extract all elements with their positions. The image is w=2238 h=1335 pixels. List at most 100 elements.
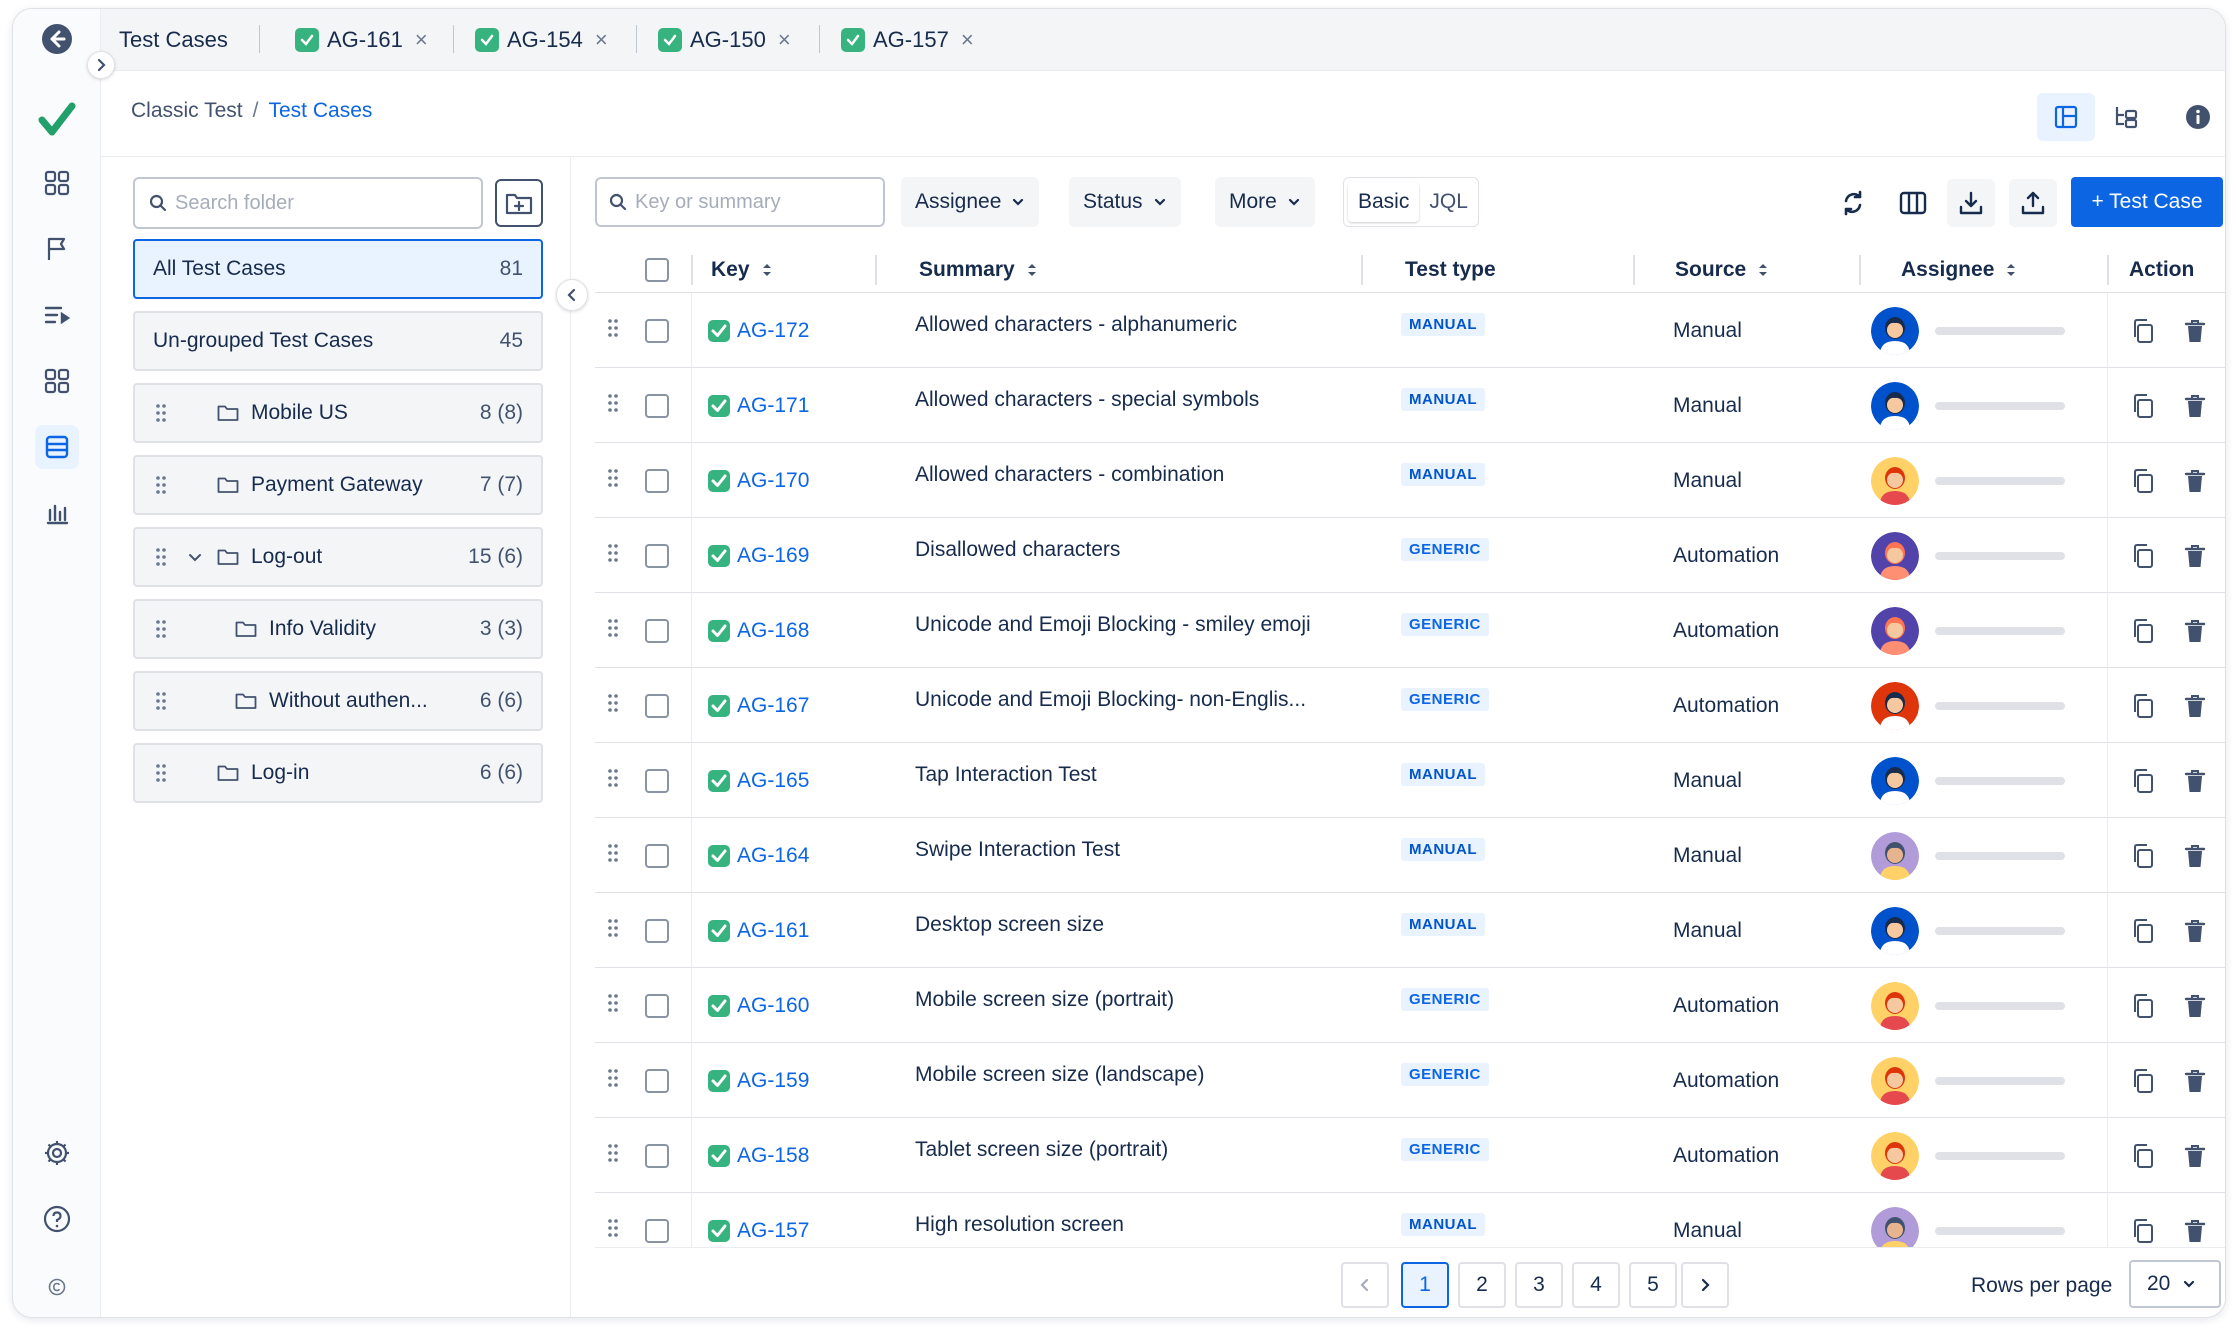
assignee-cell[interactable] [1871, 1118, 2065, 1193]
summary-cell[interactable]: Unicode and Emoji Blocking- non-Englis..… [915, 662, 1306, 737]
summary-cell[interactable]: Tablet screen size (portrait) [915, 1112, 1168, 1187]
assignee-cell[interactable] [1871, 368, 2065, 443]
key-link[interactable]: AG-172 [737, 319, 809, 343]
row-checkbox[interactable] [645, 918, 669, 943]
row-checkbox[interactable] [645, 768, 669, 793]
drag-handle-icon[interactable] [607, 918, 619, 944]
assignee-cell[interactable] [1871, 1193, 2065, 1247]
row-checkbox[interactable] [645, 543, 669, 568]
export-button[interactable] [1947, 179, 1995, 227]
more-filter[interactable]: More [1215, 177, 1315, 227]
summary-cell[interactable]: Allowed characters - alphanumeric [915, 287, 1237, 362]
delete-button[interactable] [2181, 467, 2209, 495]
key-link[interactable]: AG-169 [737, 544, 809, 568]
folder-item[interactable]: Without authen... 6 (6) [133, 671, 543, 731]
summary-cell[interactable]: High resolution screen [915, 1187, 1124, 1247]
table-row[interactable]: AG-169 Disallowed characters GENERIC Automa… [595, 518, 2225, 593]
drag-handle-icon[interactable] [607, 693, 619, 719]
key-link[interactable]: AG-170 [737, 469, 809, 493]
close-icon[interactable]: × [778, 27, 791, 53]
rail-apps[interactable] [35, 359, 79, 403]
drag-handle-icon[interactable] [607, 1143, 619, 1169]
next-page-button[interactable] [1681, 1262, 1729, 1308]
table-row[interactable]: AG-168 Unicode and Emoji Blocking - smile… [595, 593, 2225, 668]
copy-button[interactable] [2129, 917, 2157, 945]
tab-ag-150[interactable]: AG-150 × [640, 9, 809, 71]
rail-test-plans[interactable] [35, 293, 79, 337]
delete-button[interactable] [2181, 767, 2209, 795]
copy-button[interactable] [2129, 1217, 2157, 1245]
mode-basic[interactable]: Basic [1348, 182, 1420, 222]
new-test-case-button[interactable]: + Test Case [2071, 177, 2223, 227]
row-checkbox[interactable] [645, 1143, 669, 1168]
assignee-cell[interactable] [1871, 593, 2065, 668]
drag-handle-icon[interactable] [155, 547, 173, 567]
column-header-assignee[interactable]: Assignee [1901, 247, 2018, 293]
delete-button[interactable] [2181, 692, 2209, 720]
row-checkbox[interactable] [645, 318, 669, 343]
summary-cell[interactable]: Unicode and Emoji Blocking - smiley emoj… [915, 587, 1311, 662]
row-checkbox[interactable] [645, 468, 669, 493]
assignee-cell[interactable] [1871, 818, 2065, 893]
delete-button[interactable] [2181, 1067, 2209, 1095]
key-summary-input[interactable] [635, 190, 875, 214]
drag-handle-icon[interactable] [607, 393, 619, 419]
folder-item[interactable]: Log-out 15 (6) [133, 527, 543, 587]
copy-button[interactable] [2129, 617, 2157, 645]
key-link[interactable]: AG-159 [737, 1069, 809, 1093]
assignee-cell[interactable] [1871, 443, 2065, 518]
row-drag-handle[interactable] [607, 668, 619, 743]
summary-cell[interactable]: Disallowed characters [915, 512, 1120, 587]
delete-button[interactable] [2181, 542, 2209, 570]
delete-button[interactable] [2181, 992, 2209, 1020]
summary-cell[interactable]: Allowed characters - combination [915, 437, 1224, 512]
copy-button[interactable] [2129, 1067, 2157, 1095]
summary-cell[interactable]: Swipe Interaction Test [915, 812, 1120, 887]
assignee-cell[interactable] [1871, 668, 2065, 743]
rail-reports[interactable] [35, 491, 79, 535]
drag-handle-icon[interactable] [607, 468, 619, 494]
page-button[interactable]: 4 [1572, 1262, 1620, 1308]
page-button[interactable]: 5 [1629, 1262, 1677, 1308]
copy-button[interactable] [2129, 992, 2157, 1020]
assignee-cell[interactable] [1871, 293, 2065, 368]
copy-button[interactable] [2129, 767, 2157, 795]
folder-item[interactable]: Payment Gateway 7 (7) [133, 455, 543, 515]
row-checkbox[interactable] [645, 1218, 669, 1243]
row-drag-handle[interactable] [607, 968, 619, 1043]
row-drag-handle[interactable] [607, 293, 619, 368]
row-drag-handle[interactable] [607, 593, 619, 668]
close-icon[interactable]: × [961, 27, 974, 53]
drag-handle-icon[interactable] [155, 475, 173, 495]
page-button[interactable]: 2 [1458, 1262, 1506, 1308]
table-row[interactable]: AG-165 Tap Interaction Test MANUAL Manual [595, 743, 2225, 818]
row-drag-handle[interactable] [607, 818, 619, 893]
delete-button[interactable] [2181, 617, 2209, 645]
tab-ag-154[interactable]: AG-154 × [457, 9, 626, 71]
row-checkbox[interactable] [645, 843, 669, 868]
drag-handle-icon[interactable] [607, 618, 619, 644]
table-row[interactable]: AG-161 Desktop screen size MANUAL Manual [595, 893, 2225, 968]
assignee-cell[interactable] [1871, 743, 2065, 818]
table-row[interactable]: AG-172 Allowed characters - alphanumeric M… [595, 293, 2225, 368]
drag-handle-icon[interactable] [155, 619, 173, 639]
column-header-source[interactable]: Source [1675, 247, 1770, 293]
folder-item[interactable]: Log-in 6 (6) [133, 743, 543, 803]
breadcrumb-current[interactable]: Test Cases [269, 99, 373, 122]
rail-help[interactable] [35, 1197, 79, 1241]
close-icon[interactable]: × [415, 27, 428, 53]
row-checkbox[interactable] [645, 393, 669, 418]
key-link[interactable]: AG-157 [737, 1219, 809, 1243]
row-drag-handle[interactable] [607, 518, 619, 593]
row-drag-handle[interactable] [607, 893, 619, 968]
summary-cell[interactable]: Desktop screen size [915, 887, 1104, 962]
info-button[interactable] [2169, 93, 2225, 141]
folder-search-input[interactable] [175, 191, 465, 215]
import-button[interactable] [2009, 179, 2057, 227]
row-drag-handle[interactable] [607, 1043, 619, 1118]
table-row[interactable]: AG-167 Unicode and Emoji Blocking- non-En… [595, 668, 2225, 743]
drag-handle-icon[interactable] [607, 843, 619, 869]
key-link[interactable]: AG-167 [737, 694, 809, 718]
table-row[interactable]: AG-171 Allowed characters - special symbo… [595, 368, 2225, 443]
drag-handle-icon[interactable] [607, 543, 619, 569]
